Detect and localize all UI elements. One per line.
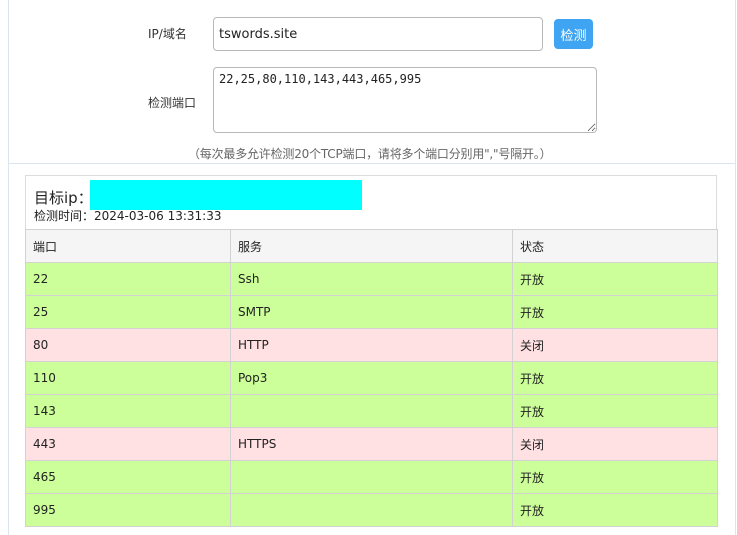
ports-label: 检测端口 xyxy=(148,96,197,110)
cell-status: 关闭 xyxy=(512,328,718,362)
cell-service xyxy=(230,493,513,527)
ip-domain-input[interactable] xyxy=(213,17,543,51)
port-results-table: 端口 服务 状态 22 Ssh 开放 25 SMTP 开放 80 HTTP 关闭 110 Pop3 开… xyxy=(25,229,718,527)
column-header-service: 服务 xyxy=(230,229,513,263)
ports-hint: （每次最多允许检测20个TCP端口，请将多个端口分别用","号隔开。） xyxy=(188,147,552,161)
table-row: 22 Ssh 开放 xyxy=(25,262,718,296)
ip-domain-label: IP/域名 xyxy=(148,27,187,41)
cell-status: 开放 xyxy=(512,361,718,395)
cell-service: Pop3 xyxy=(230,361,513,395)
cell-service xyxy=(230,460,513,494)
table-row: 995 开放 xyxy=(25,493,718,527)
table-row: 443 HTTPS 关闭 xyxy=(25,427,718,461)
cell-service: SMTP xyxy=(230,295,513,329)
cell-port: 995 xyxy=(25,493,231,527)
cell-port: 465 xyxy=(25,460,231,494)
cell-service: HTTP xyxy=(230,328,513,362)
section-divider xyxy=(8,163,736,164)
check-button[interactable]: 检测 xyxy=(554,19,593,49)
cell-port: 22 xyxy=(25,262,231,296)
table-row: 110 Pop3 开放 xyxy=(25,361,718,395)
cell-status: 开放 xyxy=(512,295,718,329)
redacted-ip-block xyxy=(90,180,362,210)
check-time-label: 检测时间： xyxy=(34,209,95,223)
cell-service: Ssh xyxy=(230,262,513,296)
cell-service: HTTPS xyxy=(230,427,513,461)
table-row: 143 开放 xyxy=(25,394,718,428)
table-header-row: 端口 服务 状态 xyxy=(25,229,718,263)
check-time-value: 2024-03-06 13:31:33 xyxy=(94,209,222,223)
cell-status: 开放 xyxy=(512,460,718,494)
cell-status: 开放 xyxy=(512,394,718,428)
target-ip-label: 目标ip： xyxy=(34,189,93,207)
table-row: 25 SMTP 开放 xyxy=(25,295,718,329)
table-row: 465 开放 xyxy=(25,460,718,494)
column-header-port: 端口 xyxy=(25,229,231,263)
cell-status: 关闭 xyxy=(512,427,718,461)
cell-port: 110 xyxy=(25,361,231,395)
cell-port: 80 xyxy=(25,328,231,362)
cell-service xyxy=(230,394,513,428)
cell-port: 443 xyxy=(25,427,231,461)
cell-port: 25 xyxy=(25,295,231,329)
cell-port: 143 xyxy=(25,394,231,428)
cell-status: 开放 xyxy=(512,262,718,296)
cell-status: 开放 xyxy=(512,493,718,527)
column-header-status: 状态 xyxy=(512,229,718,263)
table-row: 80 HTTP 关闭 xyxy=(25,328,718,362)
ports-textarea[interactable]: 22,25,80,110,143,443,465,995 xyxy=(213,67,597,133)
result-panel: 目标ip： 检测时间：2024-03-06 13:31:33 端口 服务 状态 … xyxy=(25,175,718,527)
